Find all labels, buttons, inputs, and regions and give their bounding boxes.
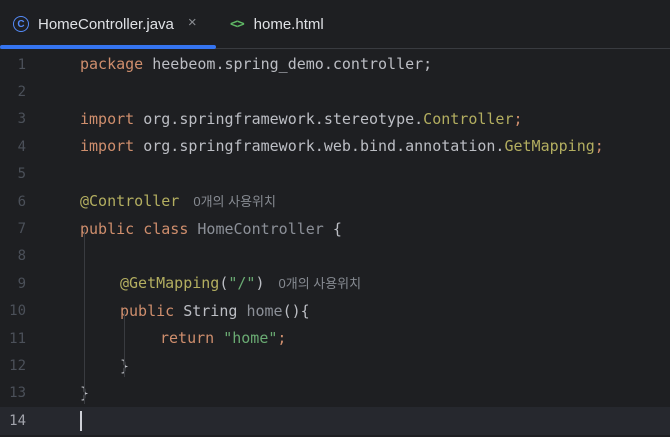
indent-guide — [84, 229, 85, 404]
code-line: 4 import org.springframework.web.bind.an… — [0, 133, 670, 160]
html-icon: <> — [230, 16, 245, 32]
usage-hint[interactable]: 0개의 사용위치 — [279, 276, 362, 291]
line-number: 14 — [9, 412, 26, 429]
line-code: @GetMapping("/") 0개의 사용위치 — [120, 274, 362, 293]
code-line: 5 — [0, 161, 670, 188]
code-line: 7 public class HomeController { — [0, 215, 670, 242]
ide-window: C HomeController.java × <> home.html 1 p… — [0, 0, 670, 437]
code-line: 8 — [0, 243, 670, 270]
code-line: 13 } — [0, 380, 670, 407]
line-number: 11 — [9, 330, 26, 347]
line-number: 4 — [17, 138, 26, 155]
line-number: 13 — [9, 385, 26, 402]
line-number: 6 — [17, 193, 26, 210]
line-code: return "home"; — [160, 329, 287, 348]
java-class-icon: C — [13, 16, 29, 32]
line-code: public String home(){ — [120, 301, 310, 320]
editor-tab-bar: C HomeController.java × <> home.html — [0, 0, 670, 49]
tab-label: home.html — [253, 15, 324, 33]
tab-label: HomeController.java — [38, 15, 174, 33]
code-line: 12 } — [0, 352, 670, 379]
code-line: 2 — [0, 78, 670, 105]
code-line: 9 @GetMapping("/") 0개의 사용위치 — [0, 270, 670, 297]
line-code: @Controller 0개의 사용위치 — [80, 192, 276, 211]
line-code: import org.springframework.stereotype.Co… — [80, 109, 523, 128]
line-code: public class HomeController { — [80, 219, 342, 238]
line-code: package heebeom.spring_demo.controller; — [80, 55, 433, 74]
line-number: 12 — [9, 358, 26, 375]
tab-home-html[interactable]: <> home.html — [230, 0, 360, 48]
code-line: 6 @Controller 0개의 사용위치 — [0, 188, 670, 215]
text-caret — [80, 410, 82, 431]
code-line: 1 package heebeom.spring_demo.controller… — [0, 51, 670, 78]
line-number: 8 — [17, 248, 26, 265]
code-line: 10 public String home(){ — [0, 298, 670, 325]
line-number: 3 — [17, 111, 26, 128]
code-editor[interactable]: 1 package heebeom.spring_demo.controller… — [0, 49, 670, 437]
close-icon[interactable]: × — [188, 14, 197, 31]
line-number: 5 — [17, 166, 26, 183]
line-number: 10 — [9, 303, 26, 320]
line-code: import org.springframework.web.bind.anno… — [80, 137, 604, 156]
code-line: 11 return "home"; — [0, 325, 670, 352]
current-code-line: 14 — [0, 407, 670, 435]
tab-homecontroller-java[interactable]: C HomeController.java × — [0, 0, 216, 49]
line-number: 2 — [17, 84, 26, 101]
line-number: 1 — [17, 56, 26, 73]
usage-hint[interactable]: 0개의 사용위치 — [193, 194, 276, 209]
line-number: 7 — [17, 221, 26, 238]
code-line: 3 import org.springframework.stereotype.… — [0, 106, 670, 133]
indent-guide — [124, 311, 125, 377]
line-number: 9 — [17, 275, 26, 292]
